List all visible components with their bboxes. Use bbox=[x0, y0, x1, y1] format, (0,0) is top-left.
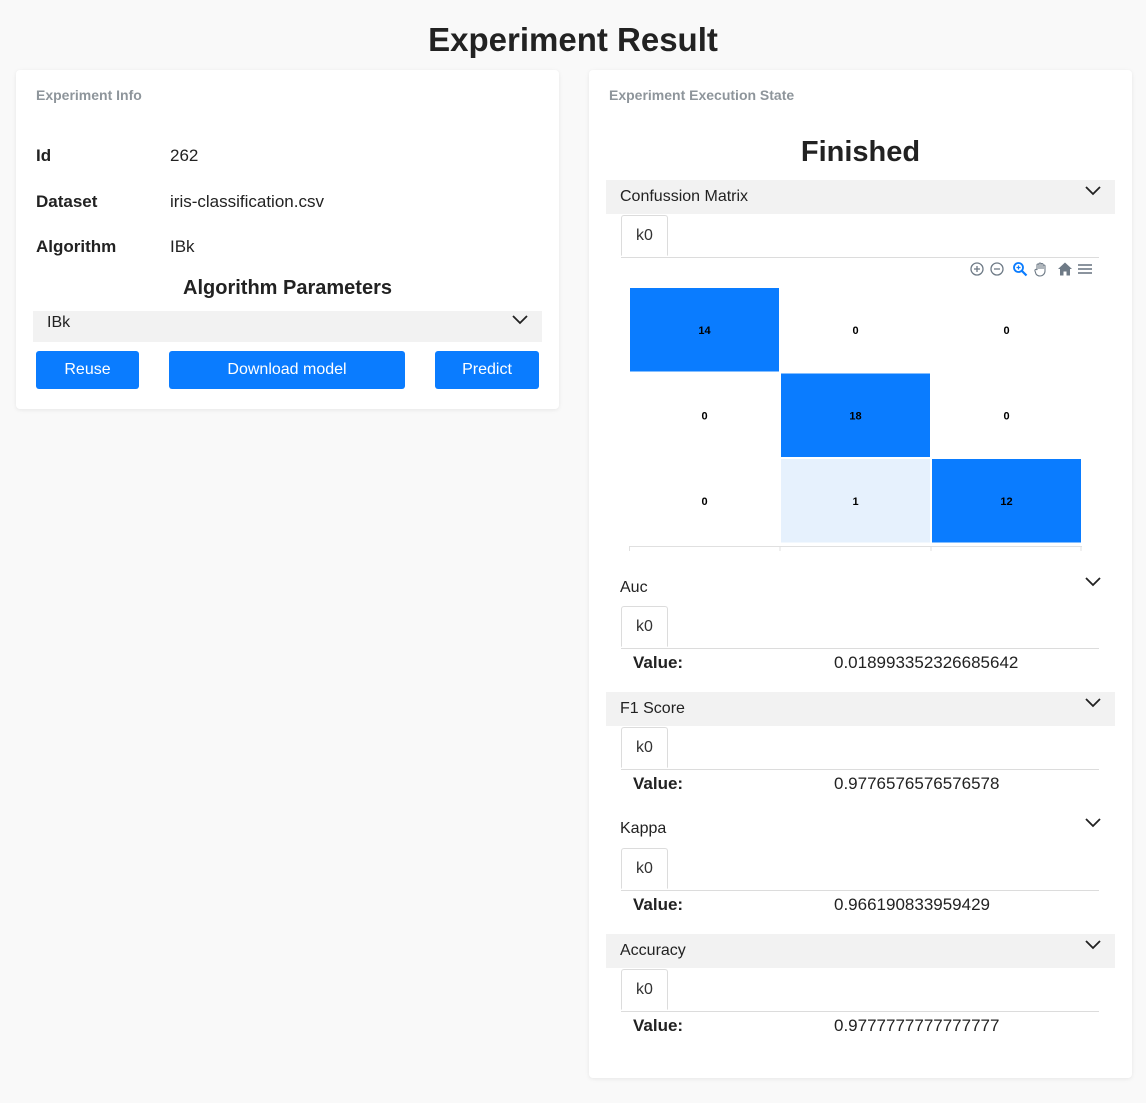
heatmap-label-r2-c1: 1 bbox=[852, 496, 858, 508]
download-model-button[interactable]: Download model bbox=[169, 351, 405, 389]
chevron-down-icon bbox=[1085, 577, 1101, 587]
confusion-matrix-heatmap: 14 0 0 0 18 0 0 1 12 bbox=[629, 288, 1082, 551]
value-label: Value: bbox=[633, 653, 684, 672]
confusion-matrix-tabs: k0 bbox=[621, 215, 1099, 258]
value-label: Value: bbox=[633, 895, 684, 914]
f1-score-accordion[interactable]: F1 Score bbox=[606, 692, 1115, 726]
confusion-matrix-title: Confussion Matrix bbox=[620, 188, 749, 205]
heatmap-label-r0-c1: 0 bbox=[852, 325, 858, 337]
info-value-algorithm: IBk bbox=[170, 237, 195, 256]
heatmap-label-r1-c0: 0 bbox=[701, 410, 707, 422]
info-label-dataset: Dataset bbox=[36, 192, 98, 211]
chevron-down-icon bbox=[1085, 818, 1101, 828]
heatmap-label-r2-c2: 12 bbox=[1000, 496, 1012, 508]
kappa-value: 0.966190833959429 bbox=[834, 895, 990, 914]
tab-k0[interactable]: k0 bbox=[621, 215, 668, 256]
tab-k0[interactable]: k0 bbox=[621, 727, 668, 768]
info-label-id: Id bbox=[36, 146, 52, 165]
chevron-down-icon bbox=[512, 315, 528, 325]
pan-hand-icon[interactable] bbox=[1033, 261, 1051, 279]
info-value-id: 262 bbox=[170, 146, 199, 165]
heatmap-label-r0-c2: 0 bbox=[1003, 325, 1009, 337]
execution-status: Finished bbox=[800, 136, 921, 168]
tab-k0[interactable]: k0 bbox=[621, 969, 668, 1010]
kappa-accordion[interactable]: Kappa bbox=[606, 812, 1115, 846]
menu-icon[interactable] bbox=[1077, 261, 1095, 279]
kappa-tabs: k0 bbox=[621, 848, 1099, 891]
auc-value: 0.018993352326685642 bbox=[834, 653, 1019, 672]
f1-score-value: 0.9776576576576578 bbox=[834, 774, 1000, 793]
page-title: Experiment Result bbox=[428, 21, 718, 58]
accuracy-tabs: k0 bbox=[621, 969, 1099, 1012]
tab-k0[interactable]: k0 bbox=[621, 606, 668, 647]
heatmap-label-r1-c1: 18 bbox=[849, 410, 861, 422]
algorithm-params-accordion[interactable]: IBk bbox=[33, 311, 542, 342]
auc-tabs: k0 bbox=[621, 606, 1099, 649]
predict-button[interactable]: Predict bbox=[435, 351, 539, 389]
value-label: Value: bbox=[633, 774, 684, 793]
accuracy-title: Accuracy bbox=[620, 942, 686, 959]
kappa-title: Kappa bbox=[620, 820, 667, 837]
f1-score-title: F1 Score bbox=[620, 700, 685, 717]
auc-accordion[interactable]: Auc bbox=[606, 571, 1115, 605]
algorithm-params-accordion-label: IBk bbox=[47, 314, 71, 331]
chart-toolbar bbox=[969, 261, 1092, 279]
info-label-algorithm: Algorithm bbox=[36, 237, 117, 256]
auc-title: Auc bbox=[620, 579, 648, 596]
info-value-dataset: iris-classification.csv bbox=[170, 192, 324, 211]
zoom-selection-icon[interactable] bbox=[1012, 261, 1030, 279]
accuracy-value: 0.9777777777777777 bbox=[834, 1016, 1000, 1035]
heatmap-label-r1-c2: 0 bbox=[1003, 410, 1009, 422]
zoom-out-icon[interactable] bbox=[989, 261, 1007, 279]
algorithm-parameters-title: Algorithm Parameters bbox=[183, 277, 392, 299]
zoom-in-icon[interactable] bbox=[969, 261, 987, 279]
experiment-info-card: Experiment Info Id 262 Dataset iris-clas… bbox=[16, 70, 559, 409]
execution-state-header: Experiment Execution State bbox=[609, 87, 795, 103]
chevron-down-icon bbox=[1085, 940, 1101, 950]
value-label: Value: bbox=[633, 1016, 684, 1035]
accuracy-accordion[interactable]: Accuracy bbox=[606, 934, 1115, 968]
chevron-down-icon bbox=[1085, 186, 1101, 196]
heatmap-label-r2-c0: 0 bbox=[701, 496, 707, 508]
chevron-down-icon bbox=[1085, 698, 1101, 708]
confusion-matrix-accordion[interactable]: Confussion Matrix bbox=[606, 180, 1115, 214]
experiment-info-header: Experiment Info bbox=[36, 87, 142, 103]
heatmap-label-r0-c0: 14 bbox=[698, 325, 711, 337]
f1-score-tabs: k0 bbox=[621, 727, 1099, 770]
execution-state-card: Experiment Execution State Finished Conf… bbox=[589, 70, 1132, 1078]
tab-k0[interactable]: k0 bbox=[621, 848, 668, 889]
reuse-button[interactable]: Reuse bbox=[36, 351, 139, 389]
home-reset-icon[interactable] bbox=[1057, 261, 1075, 279]
